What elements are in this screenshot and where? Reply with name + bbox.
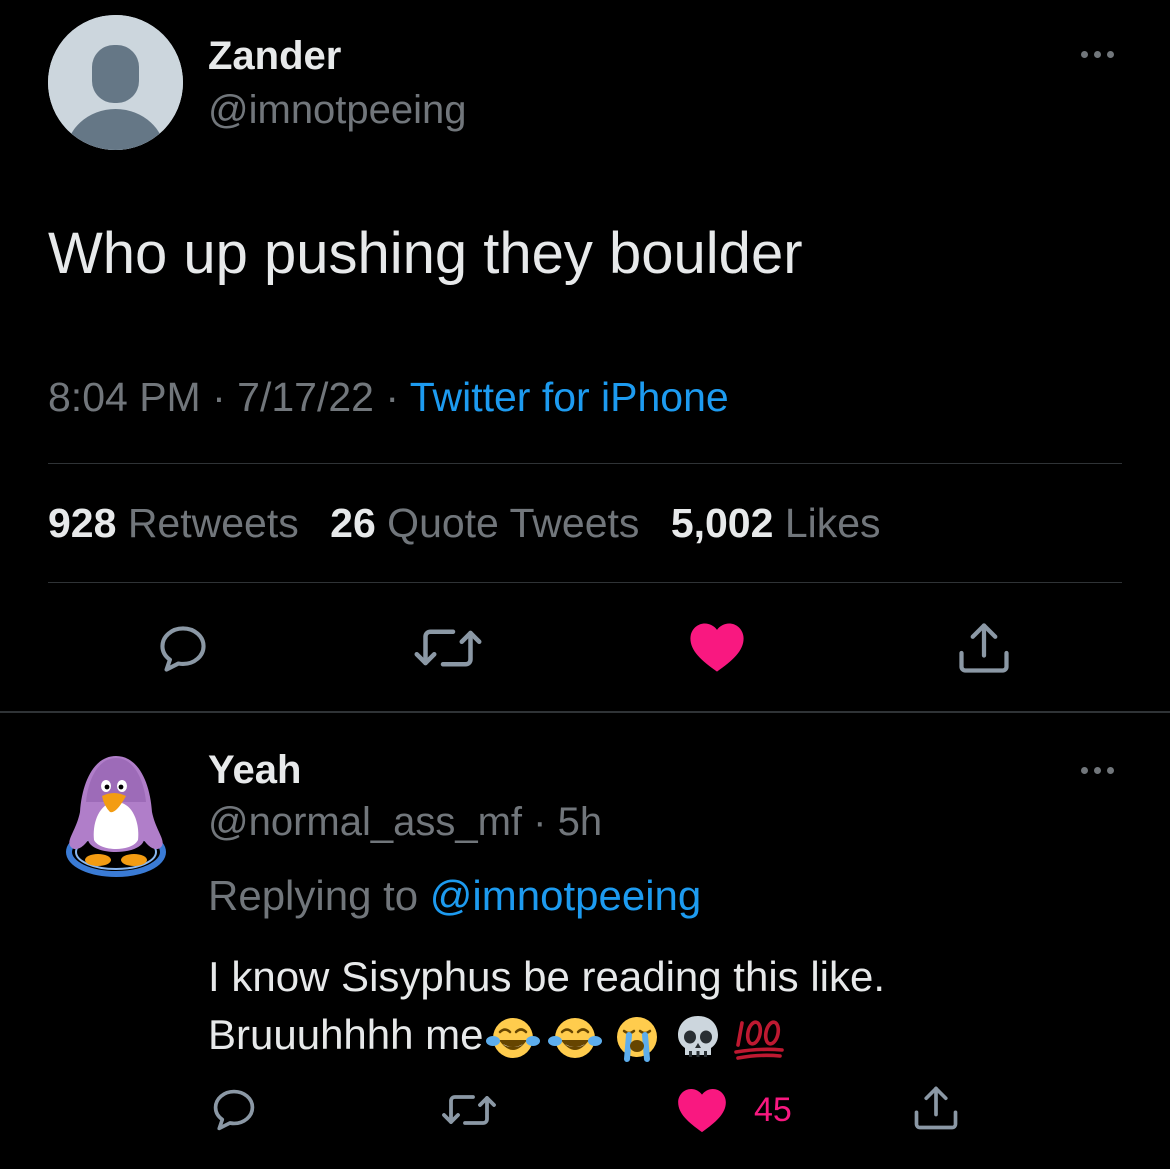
tweet-time[interactable]: 8:04 PM: [48, 374, 201, 420]
tweet-date[interactable]: 7/17/22: [237, 374, 374, 420]
reply-retweet-button[interactable]: [438, 1086, 500, 1134]
reply-handle-line: @normal_ass_mf · 5h: [208, 800, 602, 845]
replying-prefix: Replying to: [208, 872, 419, 919]
reply-author-name[interactable]: Yeah: [208, 748, 301, 793]
retweets-count: 928: [48, 500, 117, 546]
penguin-avatar-icon: [66, 756, 166, 877]
retweets-stat[interactable]: 928 Retweets: [48, 500, 299, 546]
retweet-icon: [414, 629, 482, 667]
like-button[interactable]: [688, 620, 746, 674]
emoji-row: [485, 1012, 788, 1064]
tweet-stats: 928 Retweets 26 Quote Tweets 5,002 Likes: [48, 500, 881, 547]
reply-icon: [213, 1089, 255, 1131]
more-icon[interactable]: [1072, 44, 1122, 64]
reply-share-button[interactable]: [910, 1082, 962, 1134]
likes-stat[interactable]: 5,002 Likes: [671, 500, 881, 546]
more-dot: [1093, 766, 1101, 774]
handle-separator: ·: [533, 800, 547, 844]
divider: [48, 463, 1122, 464]
author-handle[interactable]: @imnotpeeing: [208, 88, 467, 133]
more-dot: [1080, 50, 1088, 58]
likes-count: 5,002: [670, 500, 774, 546]
replying-mention-link[interactable]: @imnotpeeing: [430, 872, 701, 919]
tweet-detail-page: Zander @imnotpeeing Who up pushing they …: [0, 0, 1170, 1169]
skull-icon: [677, 1015, 718, 1057]
more-dot: [1106, 766, 1114, 774]
meta-separator: ·: [385, 374, 400, 420]
quotes-count: 26: [330, 500, 376, 546]
reply-text: I know Sisyphus be reading this like. Br…: [208, 948, 885, 1064]
more-dot: [1080, 766, 1088, 774]
hundred-points-icon: [733, 1020, 784, 1060]
tweet-source-link[interactable]: Twitter for iPhone: [410, 374, 729, 420]
reply-age[interactable]: 5h: [558, 800, 603, 844]
reply-reply-button[interactable]: [208, 1084, 260, 1136]
default-avatar-icon: [48, 15, 183, 150]
retweet-icon: [442, 1095, 496, 1125]
reply-more-icon[interactable]: [1072, 760, 1122, 780]
more-dot: [1106, 50, 1114, 58]
retweet-button[interactable]: [410, 618, 486, 678]
heart-icon: [690, 623, 744, 672]
more-dot: [1093, 50, 1101, 58]
reply-button[interactable]: [154, 620, 212, 678]
quotes-stat[interactable]: 26 Quote Tweets: [330, 500, 639, 546]
tweet-meta: 8:04 PM · 7/17/22 · Twitter for iPhone: [48, 374, 729, 421]
quotes-label: Quote Tweets: [387, 500, 640, 546]
share-button[interactable]: [954, 618, 1014, 678]
reply-author-avatar[interactable]: [60, 752, 172, 880]
share-icon: [914, 1086, 958, 1130]
reply-text-line: I know Sisyphus be reading this like.: [208, 953, 886, 1000]
retweets-label: Retweets: [127, 500, 299, 546]
section-divider: [0, 711, 1170, 713]
reply-icon: [160, 626, 206, 672]
meta-separator: ·: [212, 374, 226, 420]
tweet-text: Who up pushing they boulder: [48, 221, 803, 286]
reply-author-handle[interactable]: @normal_ass_mf: [208, 800, 522, 844]
reply-text-line: Bruuuhhhh me: [208, 1011, 484, 1058]
reply-like-button[interactable]: 45: [676, 1086, 792, 1134]
loudly-crying-face-icon: [616, 1016, 657, 1062]
heart-icon: [678, 1088, 726, 1133]
face-with-tears-of-joy-icon: [485, 1017, 540, 1058]
divider: [48, 582, 1122, 583]
reply-like-count: 45: [754, 1090, 792, 1129]
share-icon: [959, 623, 1009, 673]
likes-label: Likes: [784, 500, 881, 546]
replying-to: Replying to @imnotpeeing: [208, 872, 701, 920]
reply-text-line-2: Bruuuhhhh me: [208, 1006, 885, 1064]
author-avatar[interactable]: [48, 15, 183, 150]
face-with-tears-of-joy-icon: [547, 1017, 602, 1058]
author-name[interactable]: Zander: [208, 34, 341, 79]
